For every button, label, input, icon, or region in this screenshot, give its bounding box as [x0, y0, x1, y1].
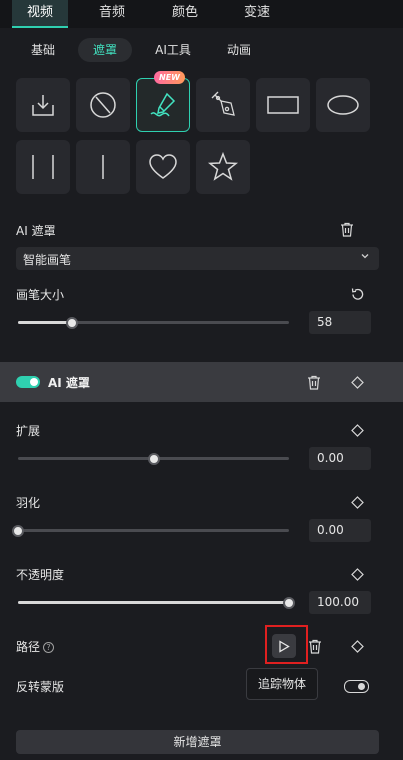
mask-smart-brush-tile[interactable]: NEW [136, 71, 190, 132]
slider-knob[interactable] [12, 524, 24, 537]
keyframe-diamond-icon [350, 639, 364, 653]
toggle-knob [30, 378, 38, 386]
feather-label: 羽化 [16, 496, 41, 510]
subtab-basic[interactable]: 基础 [22, 38, 64, 62]
mask-ellipse-tile[interactable] [316, 78, 370, 132]
no-mask-icon [90, 92, 116, 118]
section-title: AI 遮罩 [48, 376, 90, 390]
slider-knob[interactable] [283, 596, 295, 609]
ai-mask-section-header: AI 遮罩 [0, 362, 403, 402]
ai-mask-enable-toggle[interactable] [16, 376, 40, 388]
new-badge: NEW [154, 71, 185, 84]
pen-tool-icon [211, 91, 235, 116]
mask-rectangle-tile[interactable] [256, 78, 310, 132]
mask-star-tile[interactable] [196, 140, 250, 194]
feather-keyframe-button[interactable] [348, 493, 366, 511]
opacity-label: 不透明度 [16, 568, 65, 582]
path-label: 路径 [16, 640, 41, 654]
help-icon[interactable]: ? [43, 642, 55, 653]
trash-icon [308, 375, 320, 390]
slider-knob[interactable] [147, 452, 160, 465]
double-line-icon [32, 155, 54, 179]
subtab-ai-tools[interactable]: AI工具 [146, 38, 200, 62]
mask-none-tile[interactable] [76, 78, 130, 132]
ai-mask-mode-value: 智能画笔 [23, 253, 72, 267]
trash-icon [341, 222, 353, 237]
keyframe-diamond-icon [350, 567, 364, 581]
track-object-tooltip: 追踪物体 [246, 668, 318, 700]
section-keyframe-button[interactable] [348, 373, 366, 391]
tab-video[interactable]: 视频 [12, 0, 68, 28]
expand-slider[interactable] [18, 452, 289, 465]
mask-import-tile[interactable] [16, 78, 70, 132]
import-icon [32, 95, 54, 116]
ai-mask-label: AI 遮罩 [16, 224, 56, 238]
trash-icon [309, 639, 321, 654]
brush-size-slider[interactable] [18, 316, 289, 329]
add-mask-button[interactable]: 新增遮罩 [16, 730, 379, 754]
subtab-animation[interactable]: 动画 [216, 38, 262, 62]
brush-icon [150, 92, 176, 117]
slider-knob[interactable] [66, 316, 79, 329]
mask-single-line-tile[interactable] [76, 140, 130, 194]
mask-pen-tile[interactable] [196, 78, 250, 132]
ai-mask-delete-button[interactable] [338, 220, 356, 238]
toggle-knob [358, 682, 365, 690]
brush-size-input[interactable]: 58 [309, 311, 371, 334]
mask-double-line-tile[interactable] [16, 140, 70, 194]
brush-size-reset-button[interactable] [348, 285, 366, 303]
star-icon [207, 151, 239, 181]
expand-label: 扩展 [16, 424, 41, 438]
opacity-slider[interactable] [18, 596, 295, 609]
heart-icon [149, 154, 177, 179]
chevron-down-icon [360, 251, 370, 264]
expand-keyframe-button[interactable] [348, 421, 366, 439]
ai-mask-mode-select[interactable]: 智能画笔 [16, 247, 379, 270]
opacity-keyframe-button[interactable] [348, 565, 366, 583]
invert-mask-label: 反转蒙版 [16, 680, 65, 694]
track-object-button[interactable] [272, 634, 296, 658]
single-line-icon [102, 155, 104, 179]
feather-slider[interactable] [12, 524, 289, 537]
mask-heart-tile[interactable] [136, 140, 190, 194]
top-tab-bar: 视频 音频 颜色 变速 [0, 0, 403, 28]
path-delete-button[interactable] [306, 637, 324, 655]
reset-icon [351, 287, 363, 300]
feather-input[interactable]: 0.00 [309, 519, 371, 542]
tab-audio[interactable]: 音频 [86, 0, 138, 28]
subtab-mask[interactable]: 遮罩 [78, 38, 132, 62]
play-icon [279, 639, 290, 653]
opacity-input[interactable]: 100.00 [309, 591, 371, 614]
brush-size-label: 画笔大小 [16, 288, 65, 302]
invert-mask-toggle[interactable] [344, 680, 369, 693]
tab-speed[interactable]: 变速 [232, 0, 282, 28]
tab-color[interactable]: 颜色 [160, 0, 210, 28]
path-keyframe-button[interactable] [348, 637, 366, 655]
expand-input[interactable]: 0.00 [309, 447, 371, 470]
slider-fill [18, 321, 73, 324]
slider-fill [18, 601, 289, 604]
path-label-row: 路径? [16, 638, 55, 655]
keyframe-diamond-icon [350, 375, 364, 389]
keyframe-diamond-icon [350, 423, 364, 437]
ellipse-icon [327, 95, 359, 115]
section-delete-button[interactable] [305, 373, 323, 391]
keyframe-diamond-icon [350, 495, 364, 509]
rectangle-icon [267, 96, 299, 114]
